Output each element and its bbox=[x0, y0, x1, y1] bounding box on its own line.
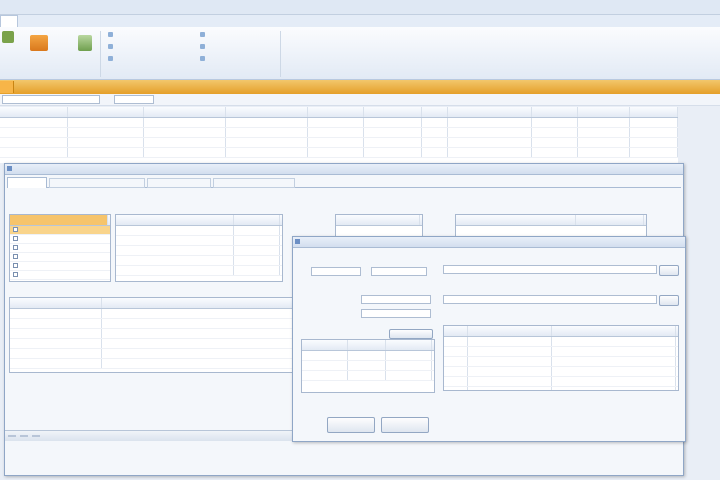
dialog-field1-input-b[interactable] bbox=[371, 267, 427, 276]
table-row[interactable] bbox=[444, 337, 678, 347]
record-tab-4[interactable] bbox=[213, 178, 295, 188]
ribbon-small-button-5[interactable] bbox=[200, 44, 207, 49]
table-row[interactable] bbox=[10, 349, 296, 359]
lower-grid bbox=[9, 297, 297, 373]
ribbon-small-button-6[interactable] bbox=[200, 56, 207, 61]
ribbon-small-button-3[interactable] bbox=[108, 56, 115, 61]
ribbon-small-button-1[interactable] bbox=[108, 32, 115, 37]
document-tab-strip bbox=[0, 80, 720, 94]
list-item[interactable] bbox=[10, 226, 110, 235]
list-item[interactable] bbox=[116, 246, 282, 256]
dialog-right-combo-2[interactable] bbox=[443, 295, 657, 304]
dialog-table-button[interactable] bbox=[389, 329, 433, 339]
mini-grid-header bbox=[302, 340, 434, 351]
dialog-right-combo-1[interactable] bbox=[443, 265, 657, 274]
ribbon-small-button-2[interactable] bbox=[108, 44, 115, 49]
lower-grid-header bbox=[10, 298, 296, 309]
list-item[interactable] bbox=[116, 266, 282, 276]
record-tab-strip bbox=[7, 177, 681, 188]
col-header[interactable] bbox=[578, 107, 630, 117]
main-grid bbox=[0, 107, 678, 163]
table-row[interactable] bbox=[302, 371, 434, 381]
table-row[interactable] bbox=[10, 339, 296, 349]
table-row[interactable] bbox=[10, 309, 296, 319]
dialog-sub-combo-2[interactable] bbox=[361, 309, 431, 318]
col-header[interactable] bbox=[308, 107, 364, 117]
checklist-a bbox=[9, 214, 111, 282]
tab-home[interactable] bbox=[0, 15, 18, 27]
table-row[interactable] bbox=[10, 329, 296, 339]
status-cell bbox=[32, 435, 40, 437]
table-row[interactable] bbox=[444, 347, 678, 357]
ribbon bbox=[0, 27, 720, 80]
filter-combo[interactable] bbox=[2, 95, 100, 104]
record-window-title bbox=[5, 164, 683, 175]
list-item[interactable] bbox=[116, 226, 282, 236]
col-header[interactable] bbox=[364, 107, 422, 117]
dialog-right-button-1[interactable] bbox=[659, 265, 679, 276]
status-cell bbox=[8, 435, 16, 437]
table-row[interactable] bbox=[444, 357, 678, 367]
list-d bbox=[455, 214, 647, 238]
list-item[interactable] bbox=[116, 256, 282, 266]
col-header[interactable] bbox=[144, 107, 226, 117]
list-item[interactable] bbox=[10, 235, 110, 244]
list-b bbox=[115, 214, 283, 282]
col-header[interactable] bbox=[532, 107, 578, 117]
ribbon-small-button-4[interactable] bbox=[200, 32, 207, 37]
refresh-icon[interactable] bbox=[78, 35, 92, 51]
field-combo[interactable] bbox=[114, 95, 154, 104]
cancel-button[interactable] bbox=[381, 417, 429, 433]
document-tab[interactable] bbox=[0, 81, 14, 93]
record-tab-2[interactable] bbox=[49, 178, 145, 188]
col-header[interactable] bbox=[68, 107, 144, 117]
window-title-bar bbox=[0, 0, 720, 15]
col-header[interactable] bbox=[422, 107, 448, 117]
record-tab-3[interactable] bbox=[147, 178, 211, 188]
list-item[interactable] bbox=[10, 244, 110, 253]
table-row[interactable] bbox=[0, 138, 678, 148]
main-grid-header bbox=[0, 107, 678, 118]
dialog-field1-input-a[interactable] bbox=[311, 267, 361, 276]
table-row[interactable] bbox=[444, 387, 678, 390]
table-row[interactable] bbox=[444, 367, 678, 377]
table-row[interactable] bbox=[10, 359, 296, 369]
list-item[interactable] bbox=[10, 253, 110, 262]
list-item[interactable] bbox=[10, 262, 110, 271]
col-header[interactable] bbox=[448, 107, 532, 117]
table-row[interactable] bbox=[0, 118, 678, 128]
right-grid-header bbox=[444, 326, 678, 337]
table-row[interactable] bbox=[0, 148, 678, 158]
col-header[interactable] bbox=[226, 107, 308, 117]
app-icon[interactable] bbox=[2, 31, 14, 43]
table-row[interactable] bbox=[10, 319, 296, 329]
list-b-header bbox=[116, 215, 282, 226]
status-cell bbox=[20, 435, 28, 437]
table-row[interactable] bbox=[0, 128, 678, 138]
dialog-mini-grid bbox=[301, 339, 435, 393]
dialog-right-grid bbox=[443, 325, 679, 391]
dialog-sub-combo-1[interactable] bbox=[361, 295, 431, 304]
filter-toolbar bbox=[0, 94, 720, 106]
table-row[interactable] bbox=[444, 377, 678, 387]
table-row[interactable] bbox=[302, 361, 434, 371]
list-item[interactable] bbox=[116, 236, 282, 246]
ok-button[interactable] bbox=[327, 417, 375, 433]
ribbon-tab-row bbox=[0, 15, 720, 27]
list-item[interactable] bbox=[10, 271, 110, 280]
dialog-right-button-2[interactable] bbox=[659, 295, 679, 306]
table-row[interactable] bbox=[302, 351, 434, 361]
list-c bbox=[335, 214, 423, 238]
edit-dialog bbox=[292, 236, 686, 442]
record-tab-1[interactable] bbox=[7, 177, 47, 188]
open-icon[interactable] bbox=[30, 35, 48, 51]
checklist-a-header bbox=[10, 215, 110, 226]
dialog-title bbox=[293, 237, 685, 248]
col-header[interactable] bbox=[0, 107, 68, 117]
col-header[interactable] bbox=[630, 107, 678, 117]
